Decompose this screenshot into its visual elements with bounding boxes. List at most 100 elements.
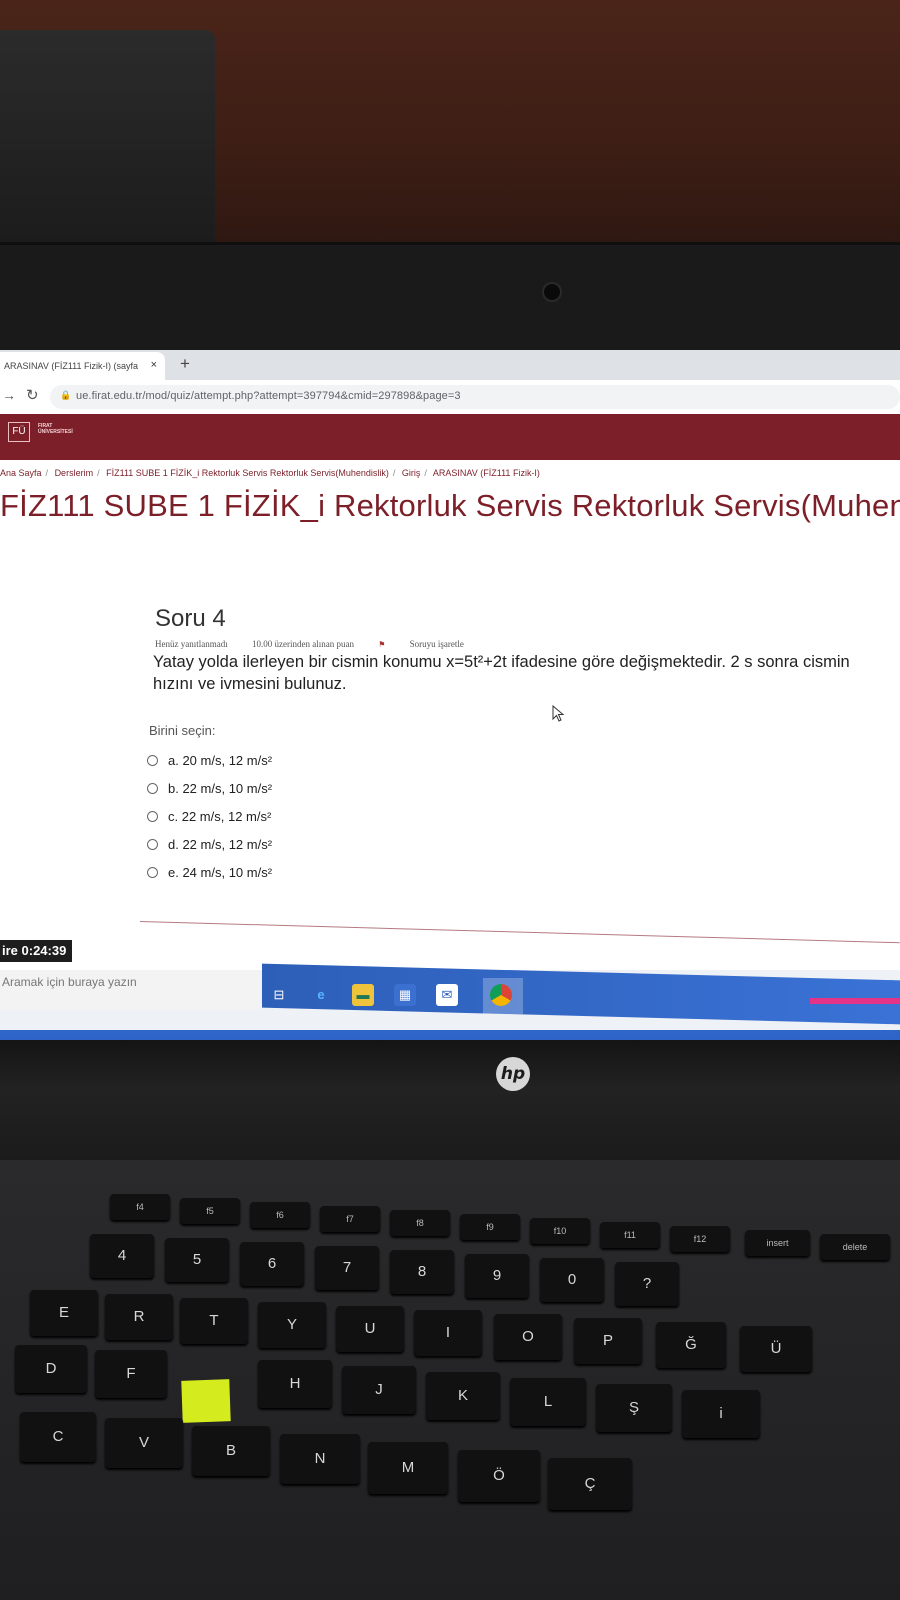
quiz-timer: ire 0:24:39	[0, 940, 72, 962]
key-h[interactable]: H	[258, 1360, 332, 1408]
key-e[interactable]: E	[30, 1290, 98, 1336]
answer-option-c[interactable]: c. 22 m/s, 12 m/s²	[147, 802, 885, 830]
question-info: Henüz yanıtlanmadı 10.00 üzerinden alına…	[155, 639, 885, 649]
key-f5[interactable]: f5	[180, 1198, 240, 1224]
key-f11[interactable]: f11	[600, 1222, 660, 1248]
key-delete[interactable]: delete	[820, 1234, 890, 1260]
key-dotted-i[interactable]: i	[682, 1390, 760, 1438]
breadcrumb-quiz[interactable]: ARASINAV (FİZ111 Fizik-I)	[433, 468, 540, 478]
radio-button[interactable]	[147, 810, 158, 822]
browser-tab[interactable]: ARASINAV (FİZ111 Fizik-I) (sayfa ×	[0, 352, 165, 380]
store-icon[interactable]: ▦	[394, 984, 416, 1006]
webcam	[542, 282, 562, 302]
university-logo[interactable]: FÜ	[8, 422, 30, 442]
key-f9[interactable]: f9	[460, 1214, 520, 1240]
key-f8[interactable]: f8	[390, 1210, 450, 1236]
page-title: FİZ111 SUBE 1 FİZİK_i Rektorluk Servis R…	[0, 488, 900, 523]
breadcrumb-section[interactable]: Giriş	[402, 468, 421, 478]
url-text: ue.firat.edu.tr/mod/quiz/attempt.php?att…	[76, 390, 461, 402]
key-f10[interactable]: f10	[530, 1218, 590, 1244]
key-m[interactable]: M	[368, 1442, 448, 1494]
key-y[interactable]: Y	[258, 1302, 326, 1348]
choose-label: Birini seçin:	[149, 723, 216, 738]
key-question[interactable]: ?	[615, 1262, 679, 1306]
breadcrumb: Ana Sayfa / Derslerim / FİZ111 SUBE 1 FİZİ…	[0, 468, 540, 478]
chrome-icon[interactable]	[490, 984, 512, 1006]
key-p[interactable]: P	[574, 1318, 642, 1364]
key-f4[interactable]: f4	[110, 1194, 170, 1220]
key-5[interactable]: 5	[165, 1238, 229, 1282]
key-u-umlaut[interactable]: Ü	[740, 1326, 812, 1372]
edge-icon[interactable]: e	[310, 984, 332, 1006]
hp-logo: hp	[496, 1057, 530, 1091]
key-j[interactable]: J	[342, 1366, 416, 1414]
key-0[interactable]: 0	[540, 1258, 604, 1302]
key-6[interactable]: 6	[240, 1242, 304, 1286]
breadcrumb-courses[interactable]: Derslerim	[55, 468, 94, 478]
lock-icon: 🔒	[60, 390, 72, 400]
answer-option-b[interactable]: b. 22 m/s, 10 m/s²	[147, 774, 885, 802]
key-o-umlaut[interactable]: Ö	[458, 1450, 540, 1502]
key-4[interactable]: 4	[90, 1234, 154, 1278]
site-header: FÜ FIRAT ÜNİVERSİTESİ	[0, 414, 900, 460]
mouse-cursor-icon	[552, 705, 565, 722]
key-c-cedilla[interactable]: Ç	[548, 1458, 632, 1510]
key-f6[interactable]: f6	[250, 1202, 310, 1228]
key-u[interactable]: U	[336, 1306, 404, 1352]
tab-title: ARASINAV (FİZ111 Fizik-I) (sayfa	[4, 361, 139, 371]
new-tab-button[interactable]: +	[180, 354, 190, 374]
key-t[interactable]: T	[180, 1298, 248, 1344]
key-f[interactable]: F	[95, 1350, 167, 1398]
key-k[interactable]: K	[426, 1372, 500, 1420]
question-text: Yatay yolda ilerleyen bir cismin konumu …	[153, 653, 850, 693]
taskbar-search-input[interactable]: Aramak için buraya yazın	[0, 970, 260, 1010]
key-d[interactable]: D	[15, 1345, 87, 1393]
flag-question-link[interactable]: ⚑ Soruyu işaretle	[378, 639, 486, 649]
key-o[interactable]: O	[494, 1314, 562, 1360]
file-explorer-icon[interactable]: ▬	[352, 984, 374, 1006]
reload-icon[interactable]: ↻	[26, 386, 39, 404]
key-f7[interactable]: f7	[320, 1206, 380, 1232]
notification-bar	[810, 998, 900, 1004]
key-l[interactable]: L	[510, 1378, 586, 1426]
key-b[interactable]: B	[192, 1426, 270, 1476]
laptop-hinge	[0, 1040, 900, 1160]
key-7[interactable]: 7	[315, 1246, 379, 1290]
question-number: Soru 4	[155, 605, 226, 632]
key-f12[interactable]: f12	[670, 1226, 730, 1252]
radio-button[interactable]	[147, 754, 158, 766]
mail-icon[interactable]: ✉	[436, 984, 458, 1006]
key-insert[interactable]: insert	[745, 1230, 810, 1256]
forward-icon[interactable]: →	[2, 387, 16, 403]
answer-option-e[interactable]: e. 24 m/s, 10 m/s²	[147, 858, 885, 886]
question-block: Soru 4 Henüz yanıtlanmadı 10.00 üzerinde…	[145, 605, 885, 886]
close-icon[interactable]: ×	[151, 359, 157, 371]
key-n[interactable]: N	[280, 1434, 360, 1484]
key-r[interactable]: R	[105, 1294, 173, 1340]
task-view-icon[interactable]: ⊟	[268, 984, 290, 1006]
key-v[interactable]: V	[105, 1418, 183, 1468]
radio-button[interactable]	[147, 782, 158, 794]
url-field[interactable]: 🔒 ue.firat.edu.tr/mod/quiz/attempt.php?a…	[50, 385, 900, 409]
question-status: Henüz yanıtlanmadı	[155, 639, 228, 649]
key-9[interactable]: 9	[465, 1254, 529, 1298]
key-g-breve[interactable]: Ğ	[656, 1322, 726, 1368]
breadcrumb-home[interactable]: Ana Sayfa	[0, 468, 42, 478]
radio-button[interactable]	[147, 838, 158, 850]
breadcrumb-course[interactable]: FİZ111 SUBE 1 FİZİK_i Rektorluk Servis R…	[106, 468, 389, 478]
question-points: 10.00 üzerinden alınan puan	[251, 639, 354, 649]
flag-icon: ⚑	[378, 640, 386, 649]
laptop-screen: ARASINAV (FİZ111 Fizik-I) (sayfa × + → ↻…	[0, 350, 900, 1070]
key-8[interactable]: 8	[390, 1250, 454, 1294]
radio-button[interactable]	[147, 866, 158, 878]
divider	[139, 921, 900, 944]
key-c[interactable]: C	[20, 1412, 96, 1462]
key-i[interactable]: I	[414, 1310, 482, 1356]
browser-tab-bar: ARASINAV (FİZ111 Fizik-I) (sayfa × +	[0, 350, 900, 380]
sticky-note	[181, 1379, 231, 1423]
laptop-bezel	[0, 242, 900, 355]
logo-text: FIRAT ÜNİVERSİTESİ	[38, 423, 73, 435]
answer-option-d[interactable]: d. 22 m/s, 12 m/s²	[147, 830, 885, 858]
key-s-cedilla[interactable]: Ş	[596, 1384, 672, 1432]
answer-option-a[interactable]: a. 20 m/s, 12 m/s²	[147, 746, 885, 774]
